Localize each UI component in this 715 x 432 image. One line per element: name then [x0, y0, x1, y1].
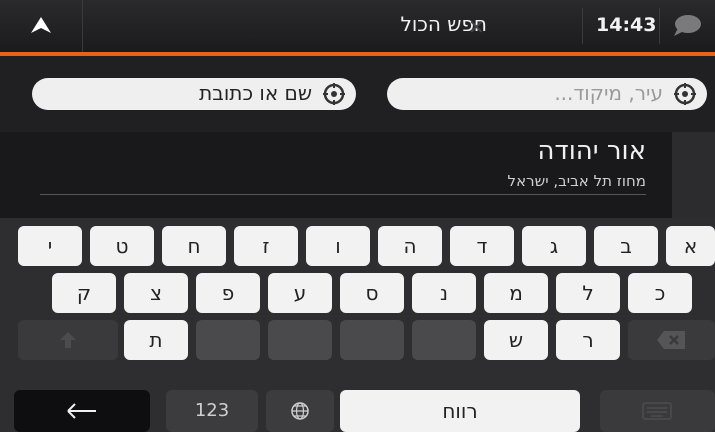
globe-icon — [291, 402, 309, 420]
shift-arrow-icon — [60, 332, 76, 348]
key[interactable]: ש — [484, 320, 548, 360]
key[interactable]: ק — [52, 273, 116, 313]
key[interactable]: ז — [234, 226, 298, 266]
crosshair-icon — [674, 83, 696, 105]
key[interactable]: נ — [412, 273, 476, 313]
key-disabled — [196, 320, 260, 360]
key[interactable]: ל — [556, 273, 620, 313]
key[interactable]: א — [666, 226, 715, 266]
key[interactable]: ו — [306, 226, 370, 266]
key[interactable]: פ — [196, 273, 260, 313]
globe-key[interactable] — [266, 390, 334, 432]
city-zip-placeholder: עיר, מיקוד... — [554, 81, 663, 105]
result-item[interactable]: אור יהודה מחוז תל אביב, ישראל — [0, 132, 672, 218]
key-disabled — [412, 320, 476, 360]
space-key[interactable]: רווח — [340, 390, 580, 432]
up-triangle-icon — [31, 17, 51, 33]
name-or-address-label: שם או כתובת — [199, 81, 312, 105]
key[interactable]: ג — [522, 226, 586, 266]
key[interactable]: ח — [162, 226, 226, 266]
key[interactable]: ת — [124, 320, 188, 360]
key[interactable]: ע — [268, 273, 332, 313]
back-key[interactable] — [14, 390, 150, 432]
key[interactable]: י — [18, 226, 82, 266]
key[interactable]: ד — [450, 226, 514, 266]
name-or-address-field[interactable]: שם או כתובת — [32, 78, 356, 110]
key[interactable]: צ — [124, 273, 188, 313]
key-disabled — [340, 320, 404, 360]
key[interactable]: ט — [90, 226, 154, 266]
key[interactable]: מ — [484, 273, 548, 313]
key[interactable]: ר — [556, 320, 620, 360]
speech-bubble-icon[interactable] — [672, 14, 702, 42]
key[interactable]: כ — [628, 273, 692, 313]
key-disabled — [268, 320, 332, 360]
scrollbar[interactable] — [672, 132, 715, 218]
left-arrow-icon — [67, 403, 96, 419]
key[interactable]: ב — [594, 226, 658, 266]
keyboard-icon — [642, 402, 672, 420]
keyboard: י ט ח ז ו ה ד ג ב א ק צ פ ע ס נ מ ל כ ת … — [0, 218, 715, 432]
numbers-key[interactable]: 123 — [166, 390, 258, 432]
top-bar: חפש הכול ✕ 14:43 — [0, 0, 715, 56]
hide-keyboard-key[interactable] — [600, 390, 715, 432]
search-row: שם או כתובת עיר, מיקוד... — [0, 56, 715, 132]
x-icon[interactable]: ✕ — [468, 15, 485, 39]
crosshair-icon — [323, 83, 345, 105]
back-button[interactable] — [0, 0, 83, 52]
divider — [40, 194, 646, 195]
result-detail: מחוז תל אביב, ישראל — [507, 172, 646, 190]
clock-time: 14:43 — [596, 14, 657, 36]
shift-key[interactable] — [18, 320, 118, 360]
divider — [659, 8, 660, 44]
result-name: אור יהודה — [537, 136, 646, 166]
backspace-key[interactable] — [628, 320, 715, 360]
backspace-icon — [657, 331, 685, 349]
city-zip-field[interactable]: עיר, מיקוד... — [387, 78, 707, 110]
key[interactable]: ס — [340, 273, 404, 313]
divider — [582, 8, 583, 44]
key[interactable]: ה — [378, 226, 442, 266]
